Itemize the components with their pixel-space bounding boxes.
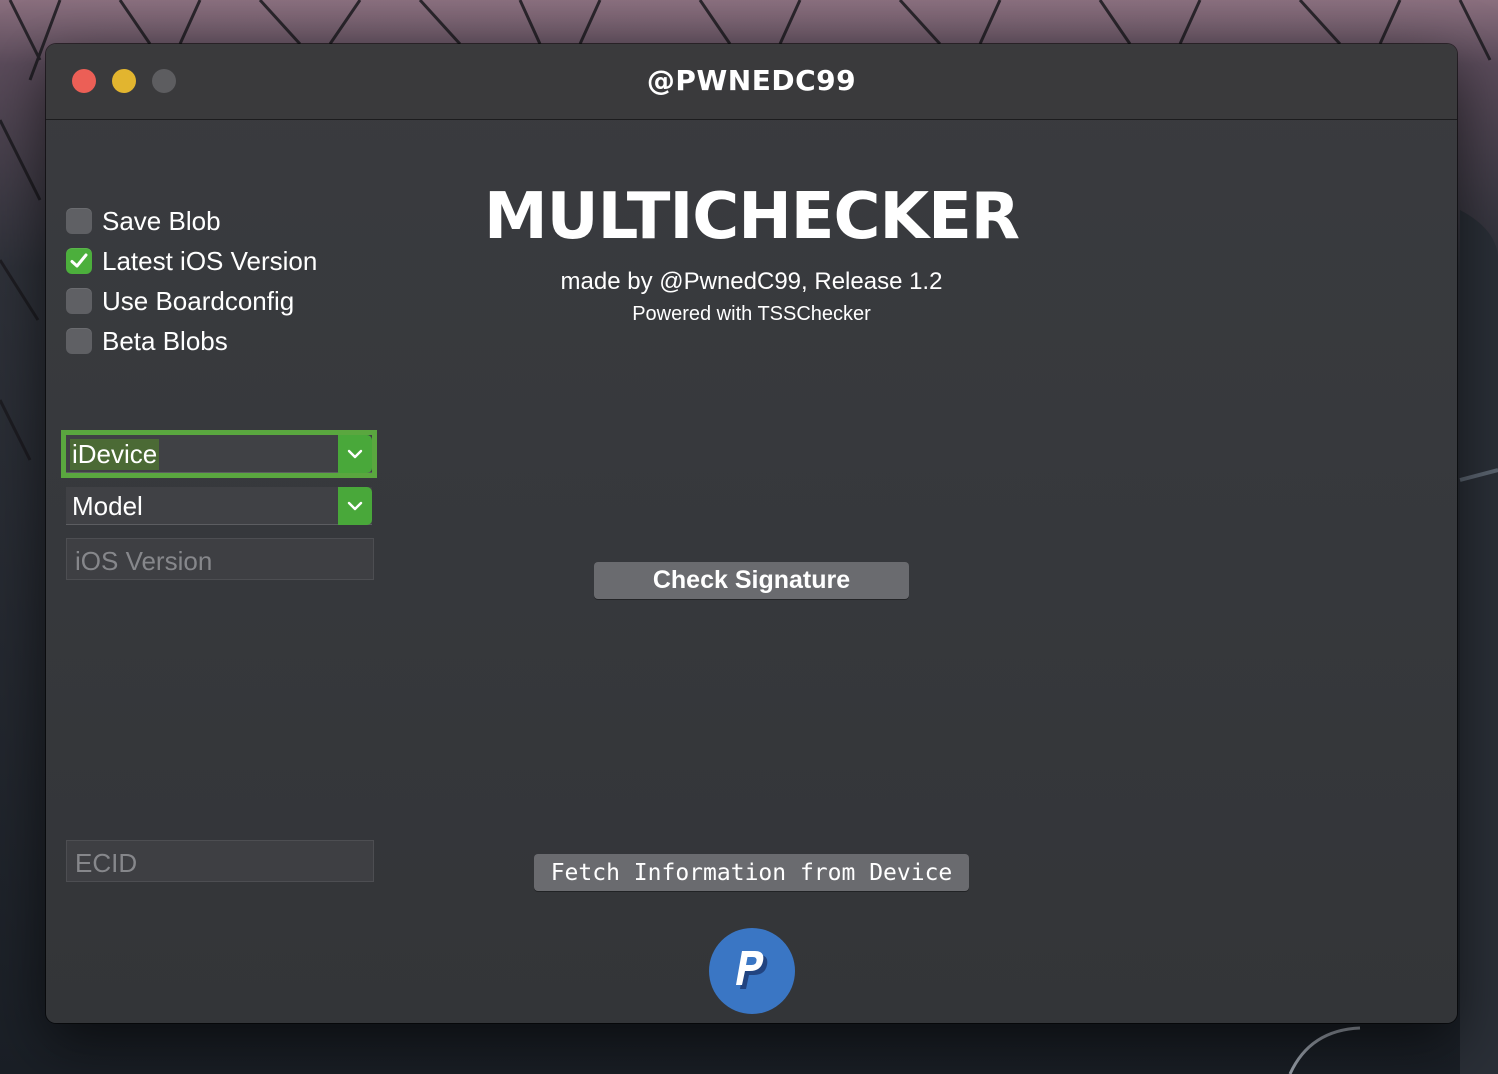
ecid-input[interactable] (67, 841, 373, 881)
ecid-field[interactable] (66, 840, 374, 882)
app-subtitle: made by @PwnedC99, Release 1.2 (560, 268, 943, 295)
model-combobox-value[interactable]: Model (72, 491, 143, 522)
checkbox-label: Beta Blobs (102, 325, 228, 356)
app-logo-title: MULTICHECKER (483, 180, 1020, 254)
fetch-information-button[interactable]: Fetch Information from Device (534, 854, 969, 891)
model-combobox[interactable]: Model (66, 487, 372, 525)
model-dropdown-button[interactable] (338, 487, 372, 525)
window-title: @PWNEDC99 (646, 64, 857, 97)
ios-version-field[interactable] (66, 538, 374, 580)
powered-by-text: Powered with TSSChecker (632, 303, 871, 325)
title-bar: @PWNEDC99 (46, 44, 1457, 120)
paypal-donate-button[interactable] (709, 928, 795, 1014)
paypal-icon (736, 951, 768, 989)
checkbox[interactable] (66, 328, 92, 354)
device-combobox-value[interactable]: iDevice (70, 439, 160, 470)
device-dropdown-button[interactable] (338, 435, 372, 473)
device-combobox[interactable]: iDevice (66, 435, 372, 473)
app-window: @PWNEDC99 Save Blob Latest iOS Version U… (46, 44, 1457, 1023)
option-beta-blobs[interactable]: Beta Blobs (66, 326, 228, 356)
ios-version-input[interactable] (67, 539, 373, 579)
check-signature-button[interactable]: Check Signature (594, 562, 909, 599)
chevron-down-icon (347, 449, 363, 459)
chevron-down-icon (347, 501, 363, 511)
